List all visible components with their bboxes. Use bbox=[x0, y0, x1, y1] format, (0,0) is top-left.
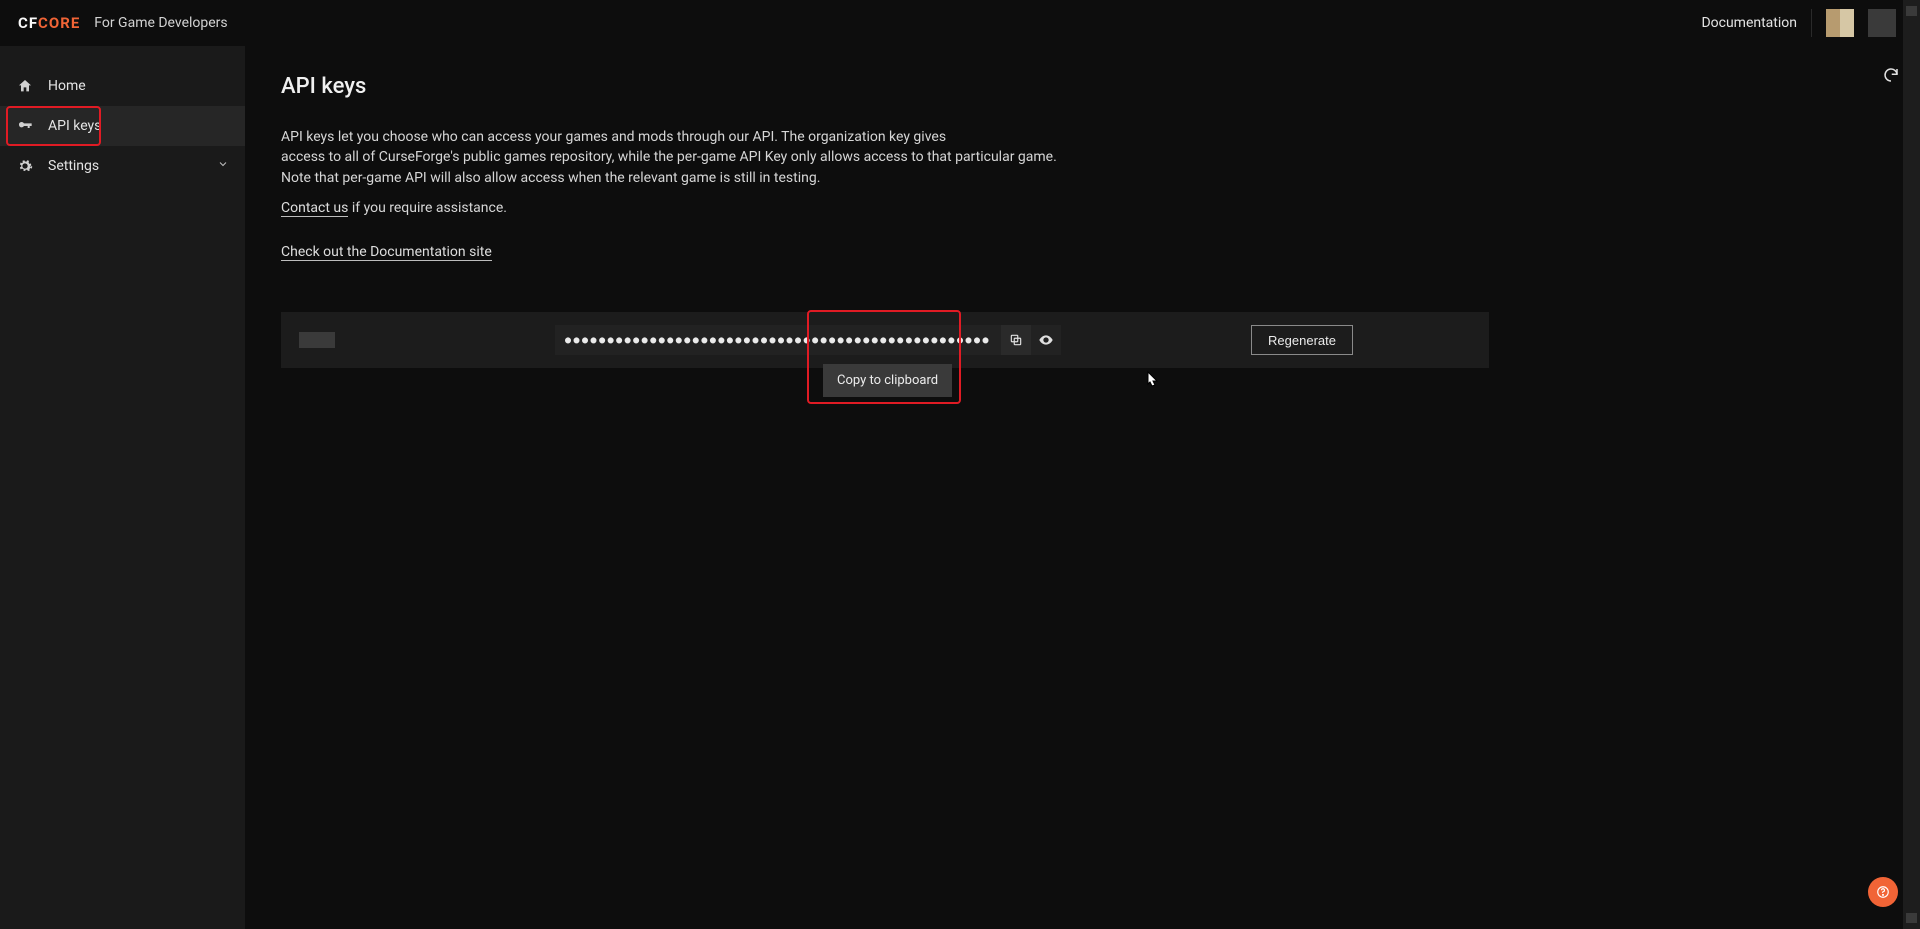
brand-subtitle: For Game Developers bbox=[94, 15, 227, 31]
sidebar: Home API keys Settings bbox=[0, 46, 245, 929]
sidebar-item-label: API keys bbox=[48, 118, 101, 134]
documentation-site-link[interactable]: Check out the Documentation site bbox=[281, 244, 492, 261]
user-menu[interactable] bbox=[1868, 9, 1896, 37]
page-title: API keys bbox=[281, 74, 1489, 99]
sidebar-item-api-keys[interactable]: API keys bbox=[0, 106, 245, 146]
brand[interactable]: CF CORE bbox=[18, 14, 80, 32]
key-label bbox=[299, 332, 335, 348]
regenerate-button[interactable]: Regenerate bbox=[1251, 325, 1353, 355]
refresh-icon bbox=[1882, 66, 1900, 84]
topbar: CF CORE For Game Developers Documentatio… bbox=[0, 0, 1920, 46]
main-content: API keys API keys let you choose who can… bbox=[245, 46, 1920, 929]
scrollbar[interactable] bbox=[1903, 0, 1920, 929]
divider bbox=[1811, 9, 1812, 37]
help-button[interactable] bbox=[1868, 877, 1898, 907]
home-icon bbox=[16, 77, 34, 95]
sidebar-item-label: Home bbox=[48, 78, 86, 94]
avatar[interactable] bbox=[1826, 9, 1854, 37]
sidebar-item-label: Settings bbox=[48, 158, 99, 174]
api-key-masked: ●●●●●●●●●●●●●●●●●●●●●●●●●●●●●●●●●●●●●●●●… bbox=[565, 335, 991, 346]
api-key-field[interactable]: ●●●●●●●●●●●●●●●●●●●●●●●●●●●●●●●●●●●●●●●●… bbox=[555, 325, 1001, 355]
sidebar-item-settings[interactable]: Settings bbox=[0, 146, 245, 186]
refresh-button[interactable] bbox=[1882, 66, 1900, 88]
copy-button[interactable] bbox=[1001, 325, 1031, 355]
brand-cf: CF bbox=[18, 14, 38, 32]
key-icon bbox=[16, 117, 34, 135]
contact-line: Contact us if you require assistance. bbox=[281, 198, 1489, 218]
copy-tooltip: Copy to clipboard bbox=[823, 364, 952, 397]
chevron-down-icon bbox=[217, 158, 229, 174]
api-key-row: ●●●●●●●●●●●●●●●●●●●●●●●●●●●●●●●●●●●●●●●●… bbox=[281, 312, 1489, 368]
brand-core: CORE bbox=[38, 14, 80, 32]
sidebar-item-home[interactable]: Home bbox=[0, 66, 245, 106]
reveal-button[interactable] bbox=[1031, 325, 1061, 355]
contact-us-link[interactable]: Contact us bbox=[281, 200, 348, 217]
documentation-link[interactable]: Documentation bbox=[1701, 15, 1797, 31]
gear-icon bbox=[16, 157, 34, 175]
copy-icon bbox=[1009, 333, 1023, 347]
eye-icon bbox=[1038, 332, 1054, 348]
page-description: API keys let you choose who can access y… bbox=[281, 127, 1489, 188]
help-icon bbox=[1876, 885, 1890, 899]
